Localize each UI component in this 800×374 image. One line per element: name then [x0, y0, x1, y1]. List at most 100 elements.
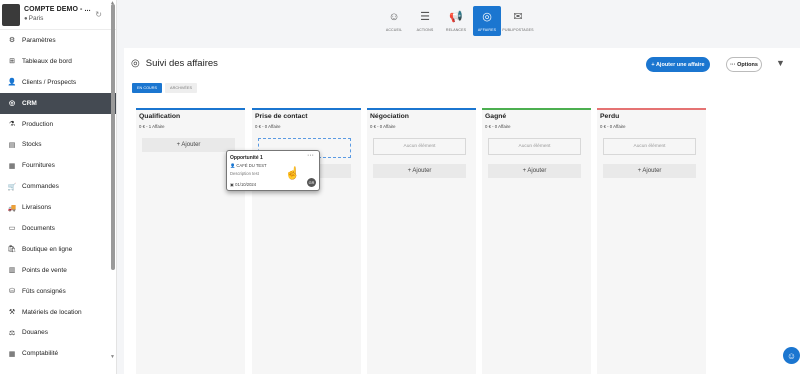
sidebar-item-points-de-vente[interactable]: ▥ Points de vente [0, 260, 116, 281]
column-summary: 0 € - 0 Affaire [485, 124, 511, 129]
deal-date-label: 01/10/2024 [235, 182, 257, 187]
mail-icon: ✉ [513, 11, 523, 23]
deal-client: 👤 CAFÉ DU TEST [230, 163, 267, 169]
sidebar-item-mat-riels-de-location[interactable]: ⚒ Matériels de location [0, 302, 116, 323]
sidebar: COMPTE DEMO - ... ●Paris ↻ ⚙ Paramètres ⊞ T… [0, 0, 117, 374]
sidebar-item-douanes[interactable]: ⚖ Douanes [0, 322, 116, 343]
kanban-column: Négociation 0 € - 0 Affaire Aucun élément +… [367, 108, 476, 374]
customs-icon: ⚖ [8, 329, 16, 337]
assignee-avatar: GR [307, 178, 316, 187]
column-title: Prise de contact [255, 113, 308, 120]
tab-actions[interactable]: ☰ ACTIONS [411, 6, 439, 36]
sidebar-item-label: Comptabilité [22, 350, 59, 358]
sidebar-item-f-ts-consign-s[interactable]: ⛁ Fûts consignés [0, 281, 116, 302]
column-title: Perdu [600, 113, 620, 120]
dashboard-icon: ⊞ [9, 58, 15, 66]
tab-label: RELANCES [445, 28, 467, 32]
sidebar-item-documents[interactable]: ▭ Documents [0, 218, 116, 239]
tab-label: AFFAIRES [477, 28, 497, 32]
company-header[interactable]: COMPTE DEMO - ... ●Paris ↻ [0, 0, 116, 30]
help-widget-icon[interactable]: ☺ [783, 347, 800, 364]
sidebar-item-livraisons[interactable]: 🚚 Livraisons [0, 197, 116, 218]
column-title: Négociation [370, 113, 409, 120]
deal-client-label: CAFÉ DU TEST [236, 163, 267, 168]
column-summary: 0 € - 1 Affaire [139, 124, 165, 129]
sidebar-item-label: Fûts consignés [22, 287, 66, 295]
column-summary: 0 € - 0 Affaire [370, 124, 396, 129]
tab-label: ACCUEIL [385, 28, 403, 32]
add-item-button[interactable]: + Ajouter [142, 138, 235, 152]
kanban-column: Perdu 0 € - 0 Affaire Aucun élément + Ajout… [597, 108, 706, 374]
hand-cursor-icon: ☝ [285, 166, 300, 180]
deals-icon: ◎ [131, 58, 140, 69]
kanban-column: Prise de contact0 € - 0 Affaire+ Ajouter [252, 108, 361, 374]
sidebar-item-label: Documents [22, 224, 55, 232]
sidebar-item-crm[interactable]: ◎ CRM [0, 92, 116, 114]
sidebar-item-label: Commandes [22, 183, 59, 191]
add-deal-button[interactable]: + Ajouter une affaire [646, 57, 710, 72]
barrel-icon: ⛁ [9, 288, 15, 296]
sidebar-item-comptabilit-[interactable]: ▦ Comptabilité [0, 343, 116, 364]
production-icon: ⚗ [8, 121, 16, 128]
add-item-button[interactable]: + Ajouter [488, 164, 581, 178]
column-title: Gagné [485, 113, 507, 120]
sidebar-item-label: Clients / Prospects [22, 78, 77, 86]
rental-icon: ⚒ [8, 309, 16, 317]
sidebar-item-production[interactable]: ⚗ Production [0, 114, 116, 135]
deal-title: Opportunité 1 [230, 155, 263, 161]
tab-archivees[interactable]: ARCHIVÉES [165, 83, 197, 93]
truck-icon: 🚚 [7, 204, 17, 212]
empty-state: Aucun élément [603, 138, 696, 155]
tab-label: ACTIONS [416, 28, 434, 32]
sidebar-item-fournitures[interactable]: ▦ Fournitures [0, 155, 116, 176]
sidebar-item-stocks[interactable]: ▤ Stocks [0, 134, 116, 155]
gear-icon: ⚙ [8, 37, 16, 45]
deals-icon: ◎ [482, 11, 492, 23]
tab-affaires[interactable]: ◎ AFFAIRES [473, 6, 501, 36]
home-icon: ☺ [388, 11, 400, 23]
sidebar-menu: ⚙ Paramètres ⊞ Tableaux de bord 👤 Clients / P… [0, 30, 116, 364]
more-icon[interactable]: ··· [307, 152, 314, 159]
sidebar-item-label: Matériels de location [22, 308, 82, 316]
add-item-button[interactable]: + Ajouter [603, 164, 696, 178]
sidebar-item-commandes[interactable]: 🛒 Commandes [0, 176, 116, 197]
filter-icon[interactable]: ▼ [776, 58, 785, 68]
pin-icon: ● [24, 16, 28, 22]
options-button[interactable]: ··· Options [726, 57, 762, 72]
sidebar-item-label: Stocks [22, 141, 42, 149]
company-location: ●Paris [24, 14, 91, 24]
sidebar-item-label: Points de vente [22, 266, 67, 274]
sidebar-item-param-tres[interactable]: ⚙ Paramètres [0, 30, 116, 51]
add-item-button[interactable]: + Ajouter [373, 164, 466, 178]
sidebar-scrollbar[interactable] [111, 4, 115, 270]
deal-date: ▣ 01/10/2024 [230, 182, 256, 187]
cart-icon: 🛒 [7, 183, 17, 191]
sidebar-item-tableaux-de-bord[interactable]: ⊞ Tableaux de bord [0, 51, 116, 72]
scroll-down-icon[interactable]: ▼ [110, 354, 115, 360]
supplies-icon: ▦ [8, 162, 16, 170]
company-avatar [2, 3, 20, 26]
kanban-column: Qualification 0 € - 1 Affaire + Ajouter [136, 108, 245, 374]
tab-en-cours[interactable]: EN COURS [132, 83, 163, 93]
sidebar-item-label: Production [22, 120, 54, 128]
user-icon: 👤 [7, 79, 17, 87]
sidebar-item-label: Boutique en ligne [22, 245, 73, 253]
tab-publipostages[interactable]: ✉ PUBLIPOSTAGES [502, 6, 533, 36]
store-icon: ▥ [8, 267, 16, 275]
top-navigation: ☺ ACCUEIL ☰ ACTIONS 📢 RELANCES ◎ AFFAIRES ✉ PUBLI… [380, 6, 534, 36]
sidebar-item-label: CRM [22, 99, 37, 107]
sidebar-item-label: Tableaux de bord [22, 57, 72, 65]
sync-icon[interactable]: ↻ [95, 10, 102, 19]
megaphone-icon: 📢 [449, 11, 463, 23]
sidebar-item-label: Douanes [22, 329, 49, 337]
shop-icon: 🛍 [7, 246, 17, 254]
column-title: Qualification [139, 113, 181, 120]
tab-accueil[interactable]: ☺ ACCUEIL [380, 6, 408, 36]
accounting-icon: ▦ [8, 350, 16, 358]
sidebar-item-clients-prospects[interactable]: 👤 Clients / Prospects [0, 72, 116, 93]
tab-relances[interactable]: 📢 RELANCES [442, 6, 470, 36]
tabs: EN COURS ARCHIVÉES [132, 83, 197, 93]
deal-card[interactable]: Opportunité 1 ··· 👤 CAFÉ DU TEST Descrip… [226, 150, 320, 191]
page-header: ◎ Suivi des affaires [131, 58, 218, 69]
sidebar-item-boutique-en-ligne[interactable]: 🛍 Boutique en ligne [0, 239, 116, 260]
